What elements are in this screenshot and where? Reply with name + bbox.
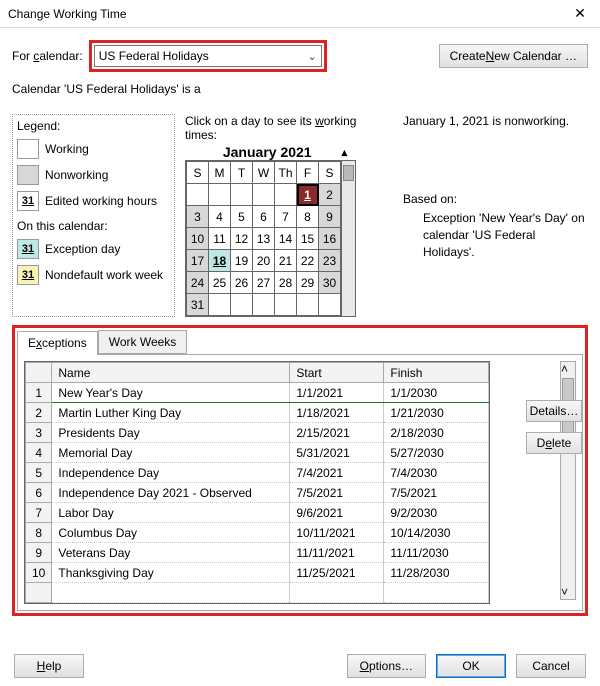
calendar-select-highlight: US Federal Holidays ⌄ — [89, 40, 327, 72]
col-start[interactable]: Start — [290, 363, 384, 383]
legend-label-edited: Edited working hours — [45, 194, 157, 208]
scroll-down-icon[interactable]: ˅ — [561, 585, 575, 599]
exceptions-highlight: Exceptions Work Weeks Name Start Finish … — [12, 325, 588, 616]
based-on-text: Exception 'New Year's Day' on calendar '… — [423, 210, 588, 260]
calendar-scrollbar[interactable] — [342, 160, 356, 317]
legend-swatch-nondefault: 31 — [17, 265, 39, 285]
table-scrollbar[interactable]: ˄ ˅ — [560, 361, 576, 600]
legend-header: Legend: — [17, 119, 170, 133]
create-new-calendar-button[interactable]: Create New Calendar … — [439, 44, 588, 68]
col-finish[interactable]: Finish — [384, 363, 489, 383]
table-row[interactable] — [26, 583, 489, 603]
legend-label-working: Working — [45, 142, 89, 156]
calendar-month: January 2021 — [223, 144, 312, 160]
options-button[interactable]: Options… — [347, 654, 426, 678]
cancel-button[interactable]: Cancel — [516, 654, 586, 678]
table-header-row: Name Start Finish — [26, 363, 489, 383]
legend-label-exception: Exception day — [45, 242, 120, 256]
table-row[interactable]: 6Independence Day 2021 - Observed7/5/202… — [26, 483, 489, 503]
legend-label-nondefault: Nondefault work week — [45, 268, 163, 282]
delete-button[interactable]: Delete — [526, 432, 582, 454]
up-arrow-icon[interactable]: ▴ — [342, 146, 348, 159]
tab-bar: Exceptions Work Weeks — [17, 330, 583, 355]
chevron-down-icon: ⌄ — [308, 50, 317, 63]
legend-swatch-exception: 31 — [17, 239, 39, 259]
calendar-description: Calendar 'US Federal Holidays' is a — [12, 82, 588, 96]
legend-panel: Legend: Working Nonworking 31 Edited work… — [12, 114, 175, 317]
legend-swatch-nonworking — [17, 165, 39, 185]
scroll-up-icon[interactable]: ˄ — [561, 362, 575, 376]
details-button[interactable]: Details… — [526, 400, 582, 422]
table-row[interactable]: 3Presidents Day2/15/20212/18/2030 — [26, 423, 489, 443]
calendar-select-value: US Federal Holidays — [99, 49, 209, 63]
calendar-hint: Click on a day to see its working times: — [185, 114, 385, 142]
table-row[interactable]: 8Columbus Day10/11/202110/14/2030 — [26, 523, 489, 543]
ok-button[interactable]: OK — [436, 654, 506, 678]
table-row[interactable]: 1New Year's Day1/1/20211/1/2030 — [26, 383, 489, 403]
legend-swatch-working — [17, 139, 39, 159]
window-title: Change Working Time — [8, 7, 560, 21]
calendar-day-selected[interactable]: 1 — [297, 184, 319, 206]
tab-work-weeks[interactable]: Work Weeks — [98, 330, 188, 354]
based-on-label: Based on: — [403, 192, 588, 206]
legend-label-nonworking: Nonworking — [45, 168, 108, 182]
calendar-select[interactable]: US Federal Holidays ⌄ — [94, 45, 322, 67]
close-icon: ✕ — [574, 5, 586, 22]
table-row[interactable]: 4Memorial Day5/31/20215/27/2030 — [26, 443, 489, 463]
calendar-dow-row: SMTWThFS — [187, 162, 341, 184]
col-name[interactable]: Name — [52, 363, 290, 383]
table-row[interactable]: 5Independence Day7/4/20217/4/2030 — [26, 463, 489, 483]
table-row[interactable]: 10Thanksgiving Day11/25/202111/28/2030 — [26, 563, 489, 583]
calendar-day-today[interactable]: 18 — [209, 250, 231, 272]
title-bar: Change Working Time ✕ — [0, 0, 600, 28]
for-calendar-label: For calendar: — [12, 49, 83, 63]
exceptions-table[interactable]: Name Start Finish 1New Year's Day1/1/202… — [24, 361, 490, 604]
help-button[interactable]: Help — [14, 654, 84, 678]
calendar-caption: January 2021 ▴ — [185, 144, 385, 160]
legend-swatch-edited: 31 — [17, 191, 39, 211]
tab-exceptions[interactable]: Exceptions — [17, 331, 98, 355]
day-status-text: January 1, 2021 is nonworking. — [403, 114, 588, 128]
table-row[interactable]: 9Veterans Day11/11/202111/11/2030 — [26, 543, 489, 563]
legend-subheader: On this calendar: — [17, 219, 170, 233]
table-row[interactable]: 2Martin Luther King Day1/18/20211/21/203… — [26, 403, 489, 423]
close-button[interactable]: ✕ — [560, 0, 600, 28]
month-calendar[interactable]: SMTWThFS 1 2 3 45678 9 — [185, 160, 342, 317]
dialog-footer: Help Options… OK Cancel — [0, 654, 600, 678]
scrollbar-thumb[interactable] — [343, 165, 354, 181]
table-row[interactable]: 7Labor Day9/6/20219/2/2030 — [26, 503, 489, 523]
